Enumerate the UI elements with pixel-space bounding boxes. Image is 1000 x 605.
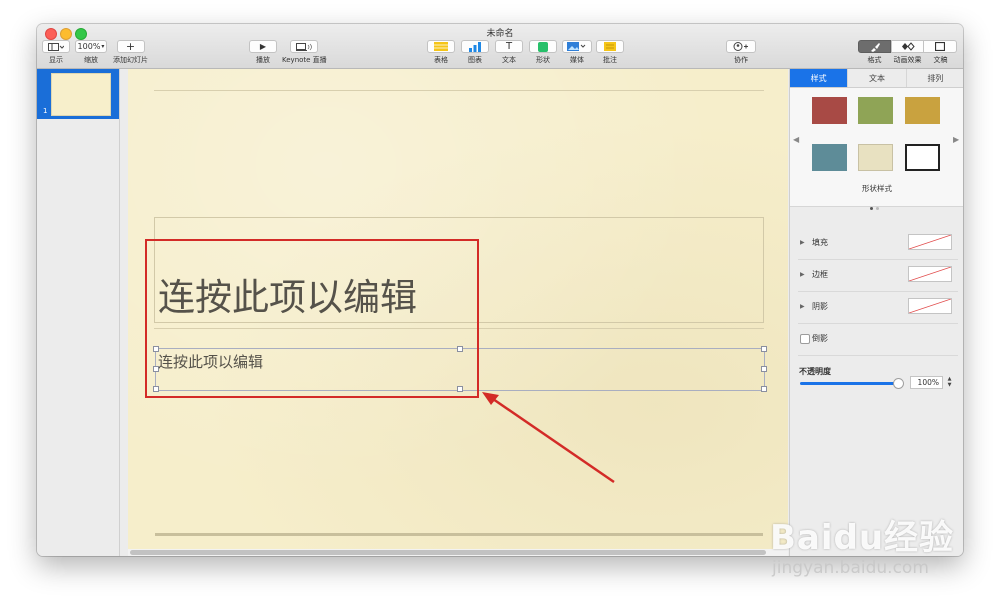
watermark-logo-text: Baidu经验 [770, 518, 955, 558]
watermark-url: jingyan.baidu.com [772, 558, 929, 578]
baidu-watermark: Baidu经验 jingyan.baidu.com [770, 510, 970, 590]
